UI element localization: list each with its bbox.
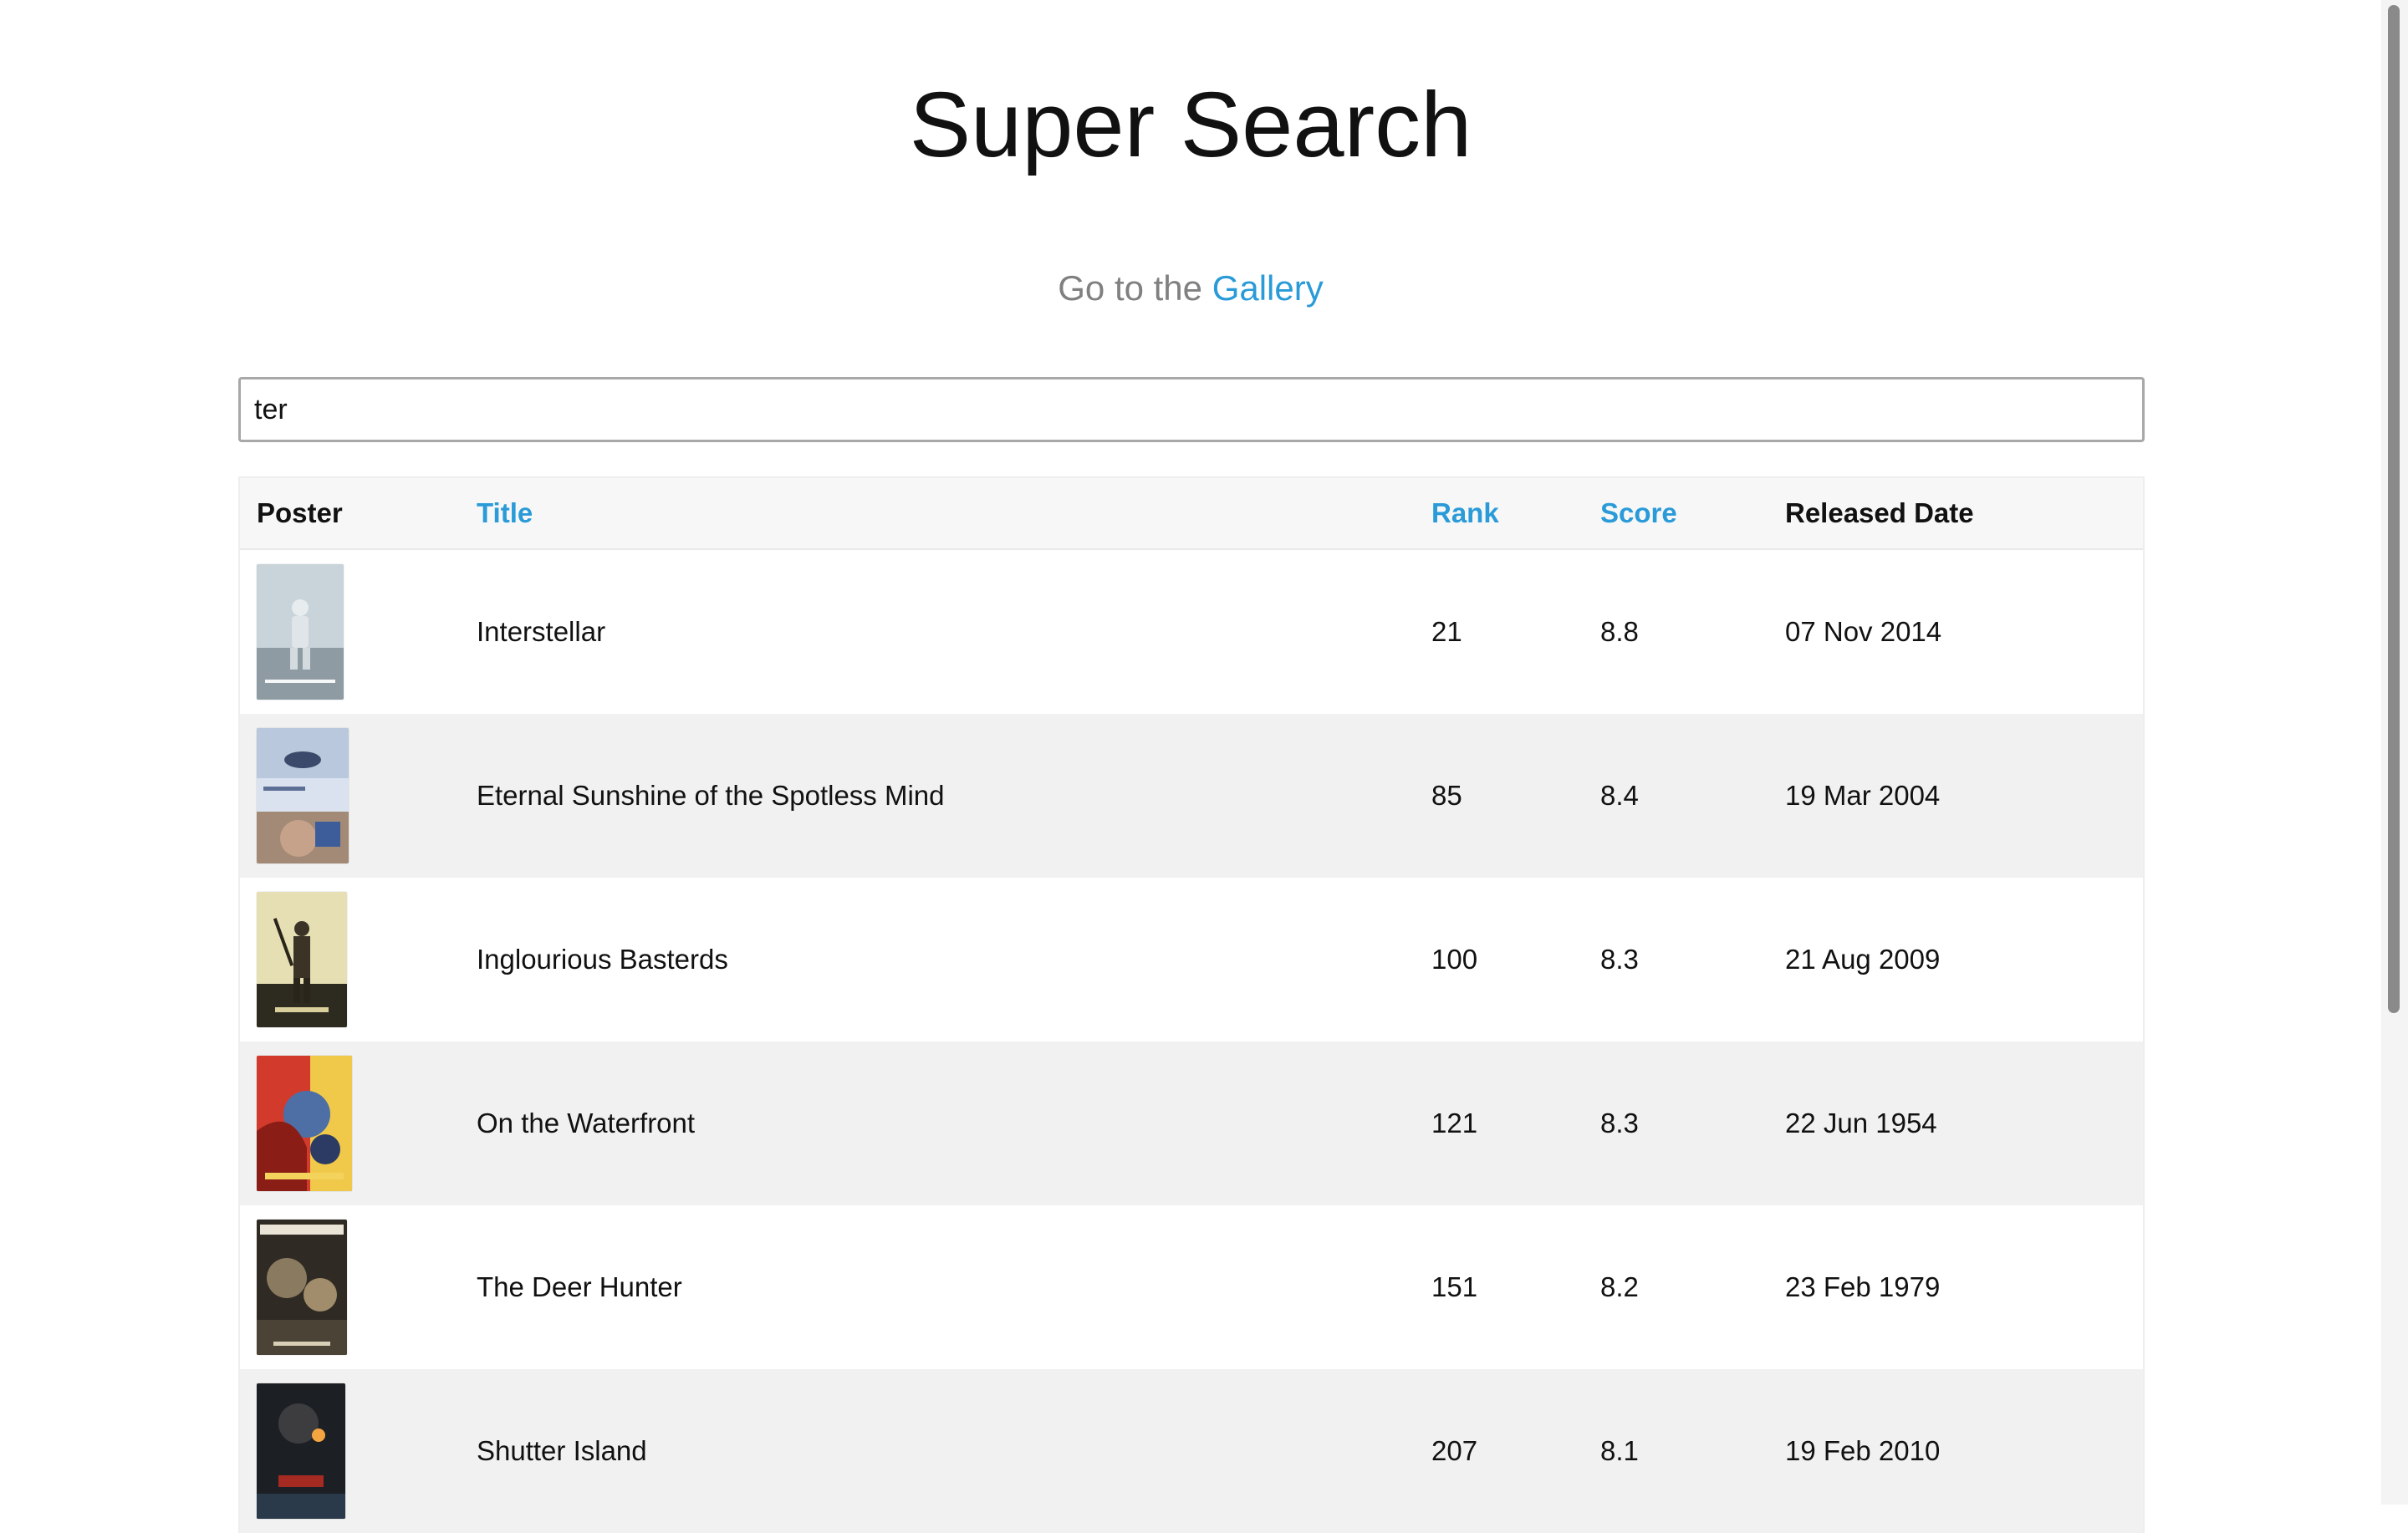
page: Super Search Go to the Gallery Poster Ti…: [0, 0, 2408, 1533]
poster-cell: [257, 878, 347, 1042]
gallery-prompt: Go to the Gallery: [0, 266, 2381, 311]
table-row[interactable]: The Deer Hunter 151 8.2 23 Feb 1979: [240, 1205, 2143, 1369]
movie-rank: 207: [1431, 1435, 1478, 1466]
movie-rank: 21: [1431, 616, 1462, 647]
movie-released-date: 23 Feb 1979: [1785, 1271, 1941, 1302]
table-row[interactable]: Eternal Sunshine of the Spotless Mind 85…: [240, 714, 2143, 878]
poster-cell: [257, 1205, 347, 1369]
movie-score: 8.3: [1600, 944, 1639, 975]
column-header-rank[interactable]: Rank: [1431, 478, 1499, 548]
movie-released-date: 19 Feb 2010: [1785, 1435, 1941, 1466]
movie-rank: 151: [1431, 1271, 1478, 1302]
movie-released-date: 22 Jun 1954: [1785, 1108, 1937, 1138]
column-header-title[interactable]: Title: [477, 478, 533, 548]
table-header-row: Poster Title Rank Score Released Date: [240, 478, 2143, 550]
lighthouse-poster-icon: [257, 1383, 345, 1519]
results-table: Poster Title Rank Score Released Date In…: [238, 476, 2145, 1533]
poster-cell: [257, 1042, 352, 1205]
war-poster-icon: [257, 1220, 347, 1355]
movie-title: Eternal Sunshine of the Spotless Mind: [477, 780, 945, 811]
movie-score: 8.8: [1600, 616, 1639, 647]
movie-title: The Deer Hunter: [477, 1271, 682, 1302]
astronaut-poster-icon: [257, 564, 344, 700]
table-row[interactable]: Interstellar 21 8.8 07 Nov 2014: [240, 550, 2143, 714]
couple-in-snow-poster-icon: [257, 728, 349, 863]
page-title: Super Search: [909, 74, 1472, 176]
gallery-link[interactable]: Gallery: [1212, 268, 1324, 308]
movie-score: 8.2: [1600, 1271, 1639, 1302]
movie-released-date: 07 Nov 2014: [1785, 616, 1942, 647]
movie-score: 8.1: [1600, 1435, 1639, 1466]
column-header-released-date: Released Date: [1785, 497, 1974, 528]
soldier-poster-icon: [257, 892, 347, 1027]
movie-title: Inglourious Basterds: [477, 944, 728, 975]
table-row[interactable]: Shutter Island 207 8.1 19 Feb 2010: [240, 1369, 2143, 1533]
table-row[interactable]: Inglourious Basterds 100 8.3 21 Aug 2009: [240, 878, 2143, 1042]
column-header-score[interactable]: Score: [1600, 478, 1677, 548]
movie-rank: 85: [1431, 780, 1462, 811]
scrollbar-thumb[interactable]: [2388, 5, 2400, 1013]
movie-title: On the Waterfront: [477, 1108, 696, 1138]
portrait-poster-icon: [257, 1056, 352, 1191]
search-input[interactable]: [238, 377, 2145, 442]
movie-title: Interstellar: [477, 616, 606, 647]
gallery-prompt-text: Go to the: [1058, 268, 1212, 308]
column-header-poster: Poster: [257, 497, 343, 528]
poster-cell: [257, 714, 349, 878]
movie-rank: 121: [1431, 1108, 1478, 1138]
movie-score: 8.4: [1600, 780, 1639, 811]
movie-released-date: 21 Aug 2009: [1785, 944, 1941, 975]
poster-cell: [257, 1369, 345, 1533]
table-row[interactable]: On the Waterfront 121 8.3 22 Jun 1954: [240, 1042, 2143, 1205]
poster-cell: [257, 550, 344, 714]
movie-title: Shutter Island: [477, 1435, 647, 1466]
movie-released-date: 19 Mar 2004: [1785, 780, 1941, 811]
movie-rank: 100: [1431, 944, 1478, 975]
movie-score: 8.3: [1600, 1108, 1639, 1138]
